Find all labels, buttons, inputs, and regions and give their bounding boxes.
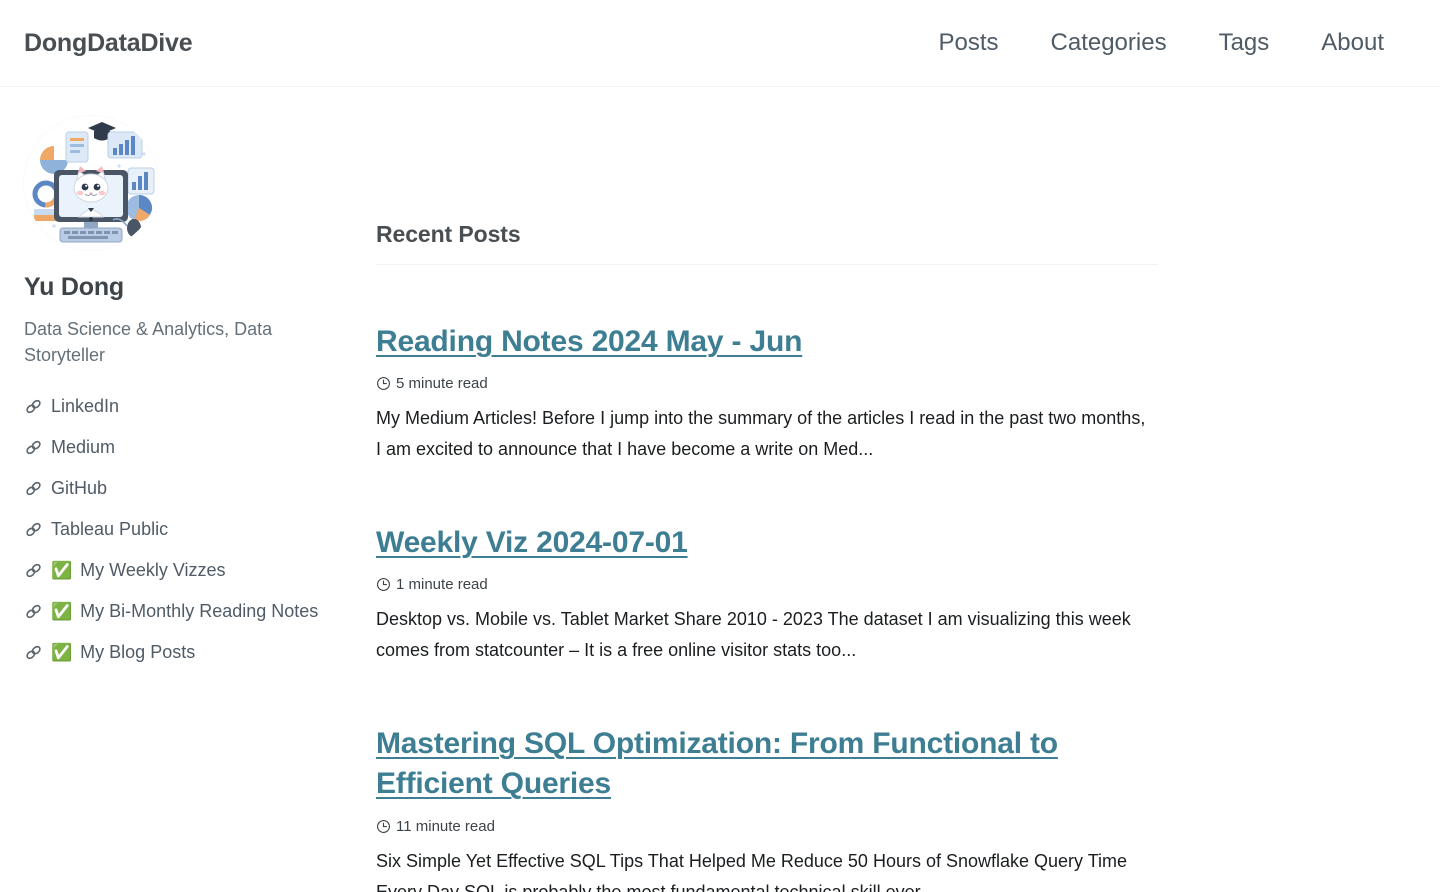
link-icon <box>24 479 43 498</box>
list-item[interactable]: Medium <box>24 437 368 458</box>
clock-icon <box>377 578 390 592</box>
list-item[interactable]: ✅ My Bi-Monthly Reading Notes <box>24 601 368 622</box>
list-item[interactable]: Tableau Public <box>24 519 368 540</box>
link-icon <box>24 602 43 621</box>
recent-posts-section: Recent Posts Reading Notes 2024 May - Ju… <box>368 87 1440 892</box>
avatar-illustration <box>24 116 158 250</box>
post-title-link[interactable]: Weekly Viz 2024-07-01 <box>376 526 688 559</box>
page-title: Recent Posts <box>376 221 521 247</box>
author-links-list: LinkedIn Medium GitHub Tableau Public ✅ … <box>24 396 368 663</box>
nav-item-about[interactable]: About <box>1321 29 1384 57</box>
author-bio: Data Science & Analytics, Data Storytell… <box>24 319 273 366</box>
check-mark-icon: ✅ <box>51 602 73 622</box>
check-mark-icon: ✅ <box>51 561 73 581</box>
post-title-link[interactable]: Mastering SQL Optimization: From Functio… <box>376 727 1058 800</box>
nav-item-tags[interactable]: Tags <box>1219 29 1270 57</box>
post-title-wrapper: Mastering SQL Optimization: From Functio… <box>376 724 1146 804</box>
link-icon <box>24 643 43 662</box>
post-meta: 5 minute read <box>376 375 1440 392</box>
read-time-label: 11 minute read <box>396 817 495 835</box>
link-label[interactable]: My Bi-Monthly Reading Notes <box>80 601 318 622</box>
link-icon <box>24 438 43 457</box>
post-title-wrapper: Weekly Viz 2024-07-01 <box>376 523 1146 563</box>
nav-item-posts[interactable]: Posts <box>938 29 998 57</box>
author-name: Yu Dong <box>24 273 124 301</box>
link-label[interactable]: Medium <box>51 437 115 458</box>
read-time-label: 1 minute read <box>396 576 488 594</box>
post-item: Mastering SQL Optimization: From Functio… <box>376 666 1440 892</box>
post-excerpt: My Medium Articles! Before I jump into t… <box>376 408 1146 460</box>
link-icon <box>24 520 43 539</box>
link-icon <box>24 397 43 416</box>
link-icon <box>24 561 43 580</box>
link-label[interactable]: Tableau Public <box>51 519 168 540</box>
post-item: Reading Notes 2024 May - Jun 5 minute re… <box>376 265 1440 465</box>
list-item[interactable]: LinkedIn <box>24 396 368 417</box>
clock-icon <box>377 819 390 833</box>
page-root: DongDataDive Posts Categories Tags About <box>0 0 1440 892</box>
link-label[interactable]: GitHub <box>51 478 107 499</box>
check-mark-icon: ✅ <box>51 643 73 663</box>
post-meta: 1 minute read <box>376 576 1440 593</box>
read-time-label: 5 minute read <box>396 375 488 393</box>
list-item[interactable]: ✅ My Weekly Vizzes <box>24 560 368 581</box>
author-sidebar: Yu Dong Data Science & Analytics, Data S… <box>0 87 368 892</box>
post-meta: 11 minute read <box>376 818 1440 835</box>
list-item[interactable]: ✅ My Blog Posts <box>24 642 368 663</box>
post-excerpt: Six Simple Yet Effective SQL Tips That H… <box>376 850 1128 892</box>
avatar <box>24 116 158 250</box>
link-label[interactable]: My Blog Posts <box>80 642 195 663</box>
site-title[interactable]: DongDataDive <box>24 29 193 58</box>
content-wrapper: Yu Dong Data Science & Analytics, Data S… <box>0 87 1440 892</box>
site-header: DongDataDive Posts Categories Tags About <box>0 0 1440 87</box>
primary-navigation: Posts Categories Tags About <box>938 29 1384 57</box>
nav-item-categories[interactable]: Categories <box>1051 29 1167 57</box>
post-title-link[interactable]: Reading Notes 2024 May - Jun <box>376 325 802 358</box>
link-label[interactable]: LinkedIn <box>51 396 119 417</box>
post-item: Weekly Viz 2024-07-01 1 minute read Desk… <box>376 465 1440 666</box>
post-title-wrapper: Reading Notes 2024 May - Jun <box>376 322 1146 362</box>
post-excerpt: Desktop vs. Mobile vs. Tablet Market Sha… <box>376 609 1131 661</box>
link-label[interactable]: My Weekly Vizzes <box>80 560 225 581</box>
list-item[interactable]: GitHub <box>24 478 368 499</box>
clock-icon <box>377 377 390 391</box>
